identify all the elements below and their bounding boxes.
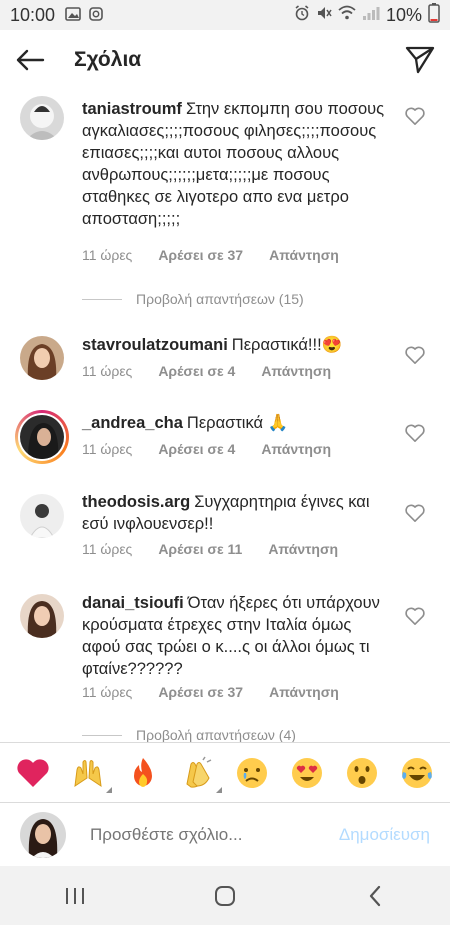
red-heart-icon [17,758,49,787]
comment-username[interactable]: stavroulatzoumani [82,336,228,354]
tears-of-joy-face-icon [401,757,432,788]
emoji-heart-button[interactable] [15,755,51,791]
recent-apps-icon [66,887,84,904]
post-button[interactable]: Δημοσίευση [339,825,430,845]
like-heart-icon[interactable] [404,606,426,626]
emoji-surprised-face-button[interactable] [344,755,380,791]
comment-compose-bar: Δημοσίευση [0,802,450,866]
emoji-fire-button[interactable] [125,755,161,791]
battery-percent: 10% [385,4,422,25]
avatar-story-ring[interactable] [15,410,69,464]
like-heart-icon[interactable] [404,106,426,126]
signal-icon [362,5,380,26]
skin-tone-indicator [215,786,222,793]
home-icon [215,885,235,906]
comment-text: Περαστικά!!!😍 [231,336,343,354]
page-title: Σχόλια [74,48,142,71]
comments-list: taniastroumf Στην εκπομπη σου ποσους αγκα… [0,90,450,742]
view-replies-label: Προβολή απαντήσεων (4) [136,727,296,742]
emoji-raised-hands-button[interactable] [70,755,113,793]
paper-plane-icon [405,46,435,74]
recent-apps-button[interactable] [45,871,105,921]
comment-likes[interactable]: Αρέσει σε 4 [158,441,235,457]
direct-share-button[interactable] [390,30,450,90]
emoji-reaction-bar [0,742,450,802]
comment-likes[interactable]: Αρέσει σε 11 [158,541,242,557]
comment-time: 11 ώρες [82,247,133,263]
emoji-crying-face-button[interactable] [234,755,270,791]
comment-time: 11 ώρες [82,363,133,379]
current-user-avatar [20,811,66,858]
comment-body: theodosis.arg Συγχαρητηρια έγινες και εσύ… [82,491,392,535]
chevron-left-icon [369,885,381,906]
like-heart-icon[interactable] [404,503,426,523]
emoji-heart-eyes-button[interactable] [289,755,325,791]
mute-icon [316,5,332,26]
header: Σχόλια [0,30,450,90]
raised-hands-icon [74,759,102,787]
comment-username[interactable]: taniastroumf [82,100,182,118]
divider-line [82,298,122,300]
instagram-notification-icon [89,6,103,24]
system-navigation-bar [0,866,450,925]
comment-meta: 11 ώρες Αρέσει σε 4 Απάντηση [82,363,331,379]
reply-button[interactable]: Απάντηση [261,363,331,379]
comment-meta: 11 ώρες Αρέσει σε 11 Απάντηση [82,541,338,557]
comment-meta: 11 ώρες Αρέσει σε 4 Απάντηση [82,441,331,457]
skin-tone-indicator [106,786,113,793]
comment-username[interactable]: _andrea_cha [82,414,183,432]
comment-body: stavroulatzoumani Περαστικά!!!😍 [82,334,392,356]
view-replies-button[interactable]: Προβολή απαντήσεων (15) [82,291,304,307]
comment-body: danai_tsioufi Όταν ήξερες ότι υπάρχουν κρ… [82,592,392,680]
like-heart-icon[interactable] [404,345,426,365]
avatar[interactable] [20,594,64,638]
wifi-icon [338,5,356,26]
home-button[interactable] [195,871,255,921]
back-arrow-icon [16,49,45,71]
avatar[interactable] [20,336,64,380]
reply-button[interactable]: Απάντηση [269,247,339,263]
comment-username[interactable]: theodosis.arg [82,493,190,511]
heart-eyes-face-icon [292,757,323,788]
comment-text: Στην εκπομπη σου ποσους αγκαλιασες;;;;πο… [82,100,385,228]
like-heart-icon[interactable] [404,423,426,443]
reply-button[interactable]: Απάντηση [269,684,339,700]
clapping-hands-icon [186,756,211,788]
emoji-tears-of-joy-button[interactable] [399,755,435,791]
crying-face-icon [237,757,268,788]
comment-likes[interactable]: Αρέσει σε 4 [158,363,235,379]
comment-time: 11 ώρες [82,441,133,457]
status-time: 10:00 [10,4,56,25]
comment-meta: 11 ώρες Αρέσει σε 37 Απάντηση [82,247,339,263]
back-nav-button[interactable] [345,871,405,921]
battery-icon [428,2,440,28]
comment-input[interactable] [90,824,311,845]
comment-text: Περαστικά 🙏 [186,414,289,432]
avatar[interactable] [20,96,64,140]
comment-time: 11 ώρες [82,541,133,557]
emoji-clap-button[interactable] [180,755,222,793]
reply-button[interactable]: Απάντηση [268,541,338,557]
comment-body: _andrea_cha Περαστικά 🙏 [82,412,392,434]
view-replies-button[interactable]: Προβολή απαντήσεων (4) [82,727,296,742]
fire-icon [133,757,152,787]
divider-line [82,734,122,736]
comment-body: taniastroumf Στην εκπομπη σου ποσους αγκα… [82,98,392,230]
comment-username[interactable]: danai_tsioufi [82,594,184,612]
avatar [20,415,64,459]
surprised-face-icon [346,757,377,788]
gallery-icon [65,6,81,24]
comment-meta: 11 ώρες Αρέσει σε 37 Απάντηση [82,684,339,700]
avatar[interactable] [20,494,64,538]
alarm-icon [294,4,310,26]
comment-likes[interactable]: Αρέσει σε 37 [158,684,243,700]
reply-button[interactable]: Απάντηση [261,441,331,457]
comment-time: 11 ώρες [82,684,133,700]
status-bar: 10:00 10% [0,0,450,30]
view-replies-label: Προβολή απαντήσεων (15) [136,291,304,307]
comment-likes[interactable]: Αρέσει σε 37 [158,247,243,263]
back-button[interactable] [0,30,60,90]
